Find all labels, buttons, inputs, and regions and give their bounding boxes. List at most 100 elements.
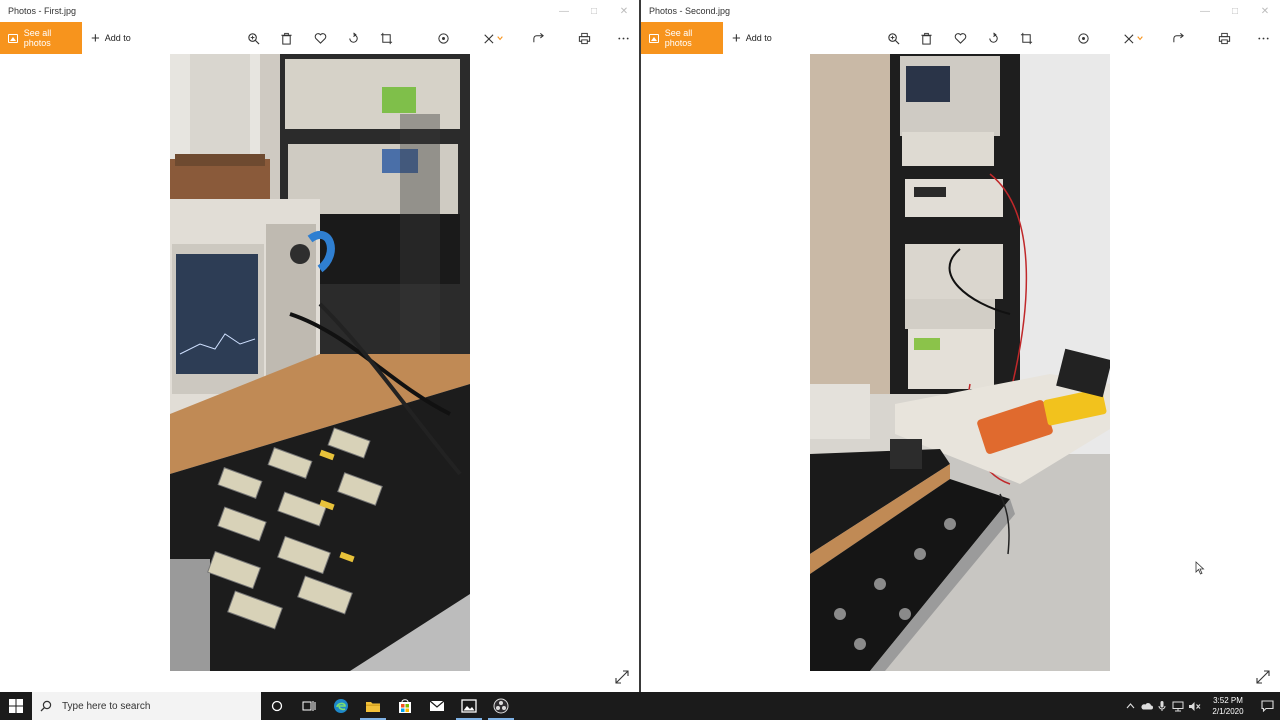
photos-icon	[649, 33, 659, 43]
edge-app-button[interactable]	[325, 692, 357, 720]
edit-create-button[interactable]	[480, 30, 508, 46]
photo-first[interactable]	[170, 54, 470, 671]
rotate-icon	[348, 32, 358, 43]
volume-tray-button[interactable]	[1186, 692, 1202, 720]
title-bar[interactable]: Photos - Second.jpg — □ ✕	[641, 0, 1280, 22]
maximize-button[interactable]: □	[579, 0, 609, 22]
enhance-button[interactable]	[435, 30, 451, 46]
cortana-icon	[271, 700, 283, 712]
window-title: Photos - First.jpg	[8, 6, 77, 16]
see-all-photos-button[interactable]: See all photos	[641, 22, 723, 54]
print-icon	[578, 32, 590, 44]
maximize-button[interactable]: □	[1220, 0, 1250, 22]
favorite-icon	[954, 32, 966, 44]
edge-icon	[334, 699, 348, 713]
edit-create-icon	[1124, 33, 1143, 44]
more-button[interactable]	[1255, 30, 1271, 46]
add-to-button[interactable]: + Add to	[91, 31, 131, 46]
start-button[interactable]	[0, 692, 32, 720]
print-icon	[1218, 32, 1230, 44]
edit-create-icon	[484, 33, 503, 44]
minimize-button[interactable]: —	[549, 0, 579, 22]
edit-create-button[interactable]	[1120, 30, 1148, 46]
print-button[interactable]	[1216, 30, 1232, 46]
obs-icon	[493, 698, 509, 714]
taskbar-search-box[interactable]: Type here to search	[32, 692, 261, 720]
photo-toolbar: See all photos + Add to	[0, 22, 639, 54]
enhance-icon	[1077, 32, 1089, 44]
zoom-button[interactable]	[885, 30, 901, 46]
window-title: Photos - Second.jpg	[649, 6, 731, 16]
mail-icon	[429, 700, 445, 711]
photo-toolbar: See all photos + Add to	[641, 22, 1280, 54]
delete-button[interactable]	[918, 30, 934, 46]
photos-icon	[8, 33, 18, 43]
share-icon	[532, 32, 544, 42]
network-tray-button[interactable]	[1170, 692, 1186, 720]
enhance-button[interactable]	[1075, 30, 1091, 46]
enhance-icon	[437, 32, 449, 44]
obs-app-button[interactable]	[485, 692, 517, 720]
delete-button[interactable]	[278, 30, 294, 46]
close-button[interactable]: ✕	[609, 0, 639, 22]
cloud-icon	[1140, 703, 1153, 710]
delete-icon	[920, 32, 932, 45]
rotate-button[interactable]	[345, 30, 361, 46]
microphone-tray-button[interactable]	[1154, 692, 1170, 720]
photos-window-second[interactable]: Photos - Second.jpg — □ ✕ See all photos…	[641, 0, 1280, 692]
add-to-button[interactable]: + Add to	[732, 31, 772, 46]
store-app-button[interactable]	[389, 692, 421, 720]
favorite-icon	[314, 32, 326, 44]
mail-app-button[interactable]	[421, 692, 453, 720]
photos-app-icon	[461, 699, 477, 713]
network-icon	[1172, 701, 1184, 711]
share-icon	[1172, 32, 1184, 42]
delete-icon	[280, 32, 292, 45]
action-center-button[interactable]	[1254, 692, 1280, 720]
crop-icon	[380, 32, 392, 44]
favorite-button[interactable]	[312, 30, 328, 46]
photo-second[interactable]	[810, 54, 1110, 671]
full-screen-icon[interactable]	[1256, 670, 1270, 684]
see-all-label: See all photos	[664, 28, 693, 48]
minimize-button[interactable]: —	[1190, 0, 1220, 22]
cortana-button[interactable]	[261, 692, 293, 720]
store-icon	[399, 699, 411, 713]
see-all-photos-button[interactable]: See all photos	[0, 22, 82, 54]
clock-time: 3:52 PM	[1213, 696, 1243, 705]
onedrive-tray-button[interactable]	[1138, 692, 1154, 720]
share-button[interactable]	[1170, 30, 1186, 46]
photos-window-first[interactable]: Photos - First.jpg — □ ✕ See all photos …	[0, 0, 639, 692]
show-hidden-icons-button[interactable]	[1122, 692, 1138, 720]
notification-icon	[1260, 700, 1274, 712]
file-explorer-button[interactable]	[357, 692, 389, 720]
zoom-button[interactable]	[245, 30, 261, 46]
more-button[interactable]	[615, 30, 631, 46]
favorite-button[interactable]	[952, 30, 968, 46]
photos-app-button[interactable]	[453, 692, 485, 720]
more-icon	[617, 37, 629, 39]
title-bar[interactable]: Photos - First.jpg — □ ✕	[0, 0, 639, 22]
zoom-icon	[887, 32, 899, 44]
taskbar: Type here to search 3:52 PM 2/1/2020	[0, 692, 1280, 720]
plus-icon: +	[732, 29, 741, 47]
crop-icon	[1020, 32, 1032, 44]
taskbar-clock[interactable]: 3:52 PM 2/1/2020	[1206, 695, 1250, 717]
print-button[interactable]	[576, 30, 592, 46]
rotate-button[interactable]	[985, 30, 1001, 46]
crop-button[interactable]	[378, 30, 394, 46]
crop-button[interactable]	[1018, 30, 1034, 46]
folder-icon	[366, 702, 380, 712]
share-button[interactable]	[530, 30, 546, 46]
chevron-up-icon	[1126, 703, 1134, 709]
close-button[interactable]: ✕	[1250, 0, 1280, 22]
system-tray: 3:52 PM 2/1/2020	[1122, 692, 1280, 720]
task-view-icon	[302, 701, 316, 711]
rotate-icon	[988, 32, 998, 43]
microphone-icon	[1158, 701, 1166, 711]
add-to-label: Add to	[745, 33, 772, 43]
task-view-button[interactable]	[293, 692, 325, 720]
more-icon	[1257, 37, 1269, 39]
see-all-label: See all photos	[23, 28, 52, 48]
full-screen-icon[interactable]	[615, 670, 629, 684]
